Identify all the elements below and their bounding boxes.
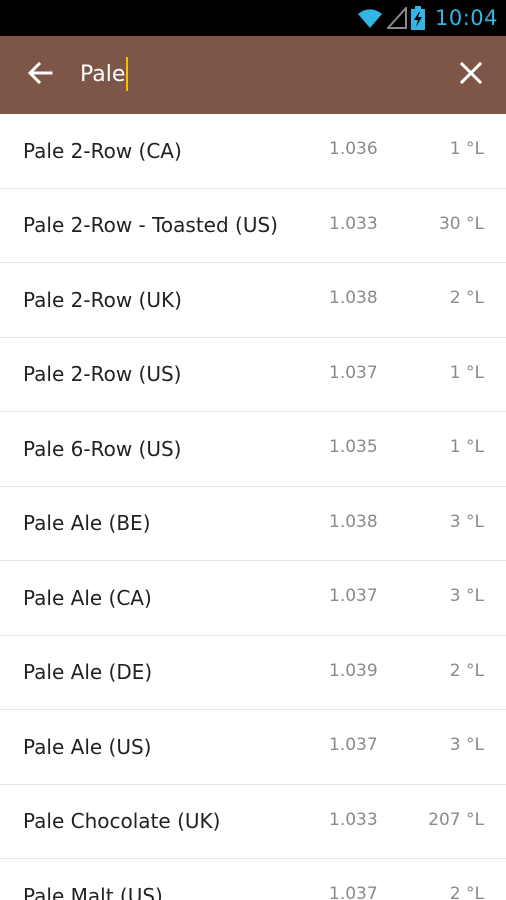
list-item[interactable]: Pale Chocolate (UK) 1.033 207 °L (0, 785, 506, 859)
list-item[interactable]: Pale Ale (BE) 1.038 3 °L (0, 487, 506, 561)
grain-gravity: 1.038 (329, 511, 378, 532)
list-item[interactable]: Pale 6-Row (US) 1.035 1 °L (0, 412, 506, 487)
grain-gravity: 1.037 (329, 586, 378, 607)
grain-name: Pale 2-Row (CA) (23, 138, 182, 163)
search-app-bar: Pale (0, 36, 506, 114)
list-item[interactable]: Pale Ale (US) 1.037 3 °L (0, 710, 506, 785)
grain-name: Pale Malt (US) (23, 883, 163, 900)
battery-charging-icon (410, 6, 425, 30)
grain-name: Pale 2-Row (US) (23, 362, 182, 387)
grain-color: 3 °L (449, 586, 484, 607)
grain-name: Pale 6-Row (US) (23, 436, 182, 461)
status-bar: 10:04 (0, 0, 506, 36)
list-item[interactable]: Pale 2-Row - Toasted (US) 1.033 30 °L (0, 189, 506, 263)
list-item[interactable]: Pale 2-Row (US) 1.037 1 °L (0, 338, 506, 412)
grain-color: 2 °L (449, 288, 484, 309)
grain-gravity: 1.033 (329, 213, 378, 234)
grain-name: Pale Ale (BE) (23, 511, 151, 536)
list-item[interactable]: Pale Malt (US) 1.037 2 °L (0, 859, 506, 900)
grain-color: 2 °L (449, 660, 484, 681)
status-icons: 10:04 (357, 0, 498, 36)
grain-gravity: 1.037 (329, 735, 378, 756)
wifi-icon (357, 7, 383, 29)
grain-gravity: 1.036 (329, 139, 378, 160)
grain-name: Pale 2-Row (UK) (23, 287, 182, 312)
grain-gravity: 1.035 (329, 437, 378, 458)
close-icon (459, 61, 483, 88)
grain-name: Pale Ale (DE) (23, 660, 153, 685)
clear-search-button[interactable] (436, 36, 506, 114)
grain-gravity: 1.037 (329, 362, 378, 383)
grain-color: 207 °L (428, 809, 484, 830)
arrow-back-icon (27, 61, 53, 89)
list-item[interactable]: Pale 2-Row (UK) 1.038 2 °L (0, 263, 506, 338)
grain-color: 2 °L (449, 884, 484, 900)
grain-gravity: 1.037 (329, 884, 378, 900)
grain-name: Pale 2-Row - Toasted (US) (23, 213, 278, 238)
back-button[interactable] (0, 36, 80, 114)
list-item[interactable]: Pale Ale (DE) 1.039 2 °L (0, 636, 506, 710)
grain-color: 3 °L (449, 511, 484, 532)
grain-name: Pale Ale (CA) (23, 585, 152, 610)
grain-name: Pale Ale (US) (23, 734, 152, 759)
grain-color: 1 °L (449, 139, 484, 160)
grain-gravity: 1.033 (329, 809, 378, 830)
list-item[interactable]: Pale Ale (CA) 1.037 3 °L (0, 561, 506, 636)
grain-color: 30 °L (438, 213, 484, 234)
grain-color: 3 °L (449, 735, 484, 756)
grain-color: 1 °L (449, 362, 484, 383)
results-list: Pale 2-Row (CA) 1.036 1 °L Pale 2-Row - Toa… (0, 114, 506, 900)
text-cursor (126, 57, 129, 91)
search-value: Pale (80, 62, 126, 87)
list-item[interactable]: Pale 2-Row (CA) 1.036 1 °L (0, 114, 506, 189)
grain-name: Pale Chocolate (UK) (23, 809, 221, 834)
signal-icon (386, 7, 407, 29)
grain-gravity: 1.039 (329, 660, 378, 681)
grain-color: 1 °L (449, 437, 484, 458)
grain-gravity: 1.038 (329, 288, 378, 309)
clock: 10:04 (434, 6, 498, 30)
search-field[interactable]: Pale (80, 36, 436, 114)
search-input[interactable]: Pale (80, 57, 129, 92)
